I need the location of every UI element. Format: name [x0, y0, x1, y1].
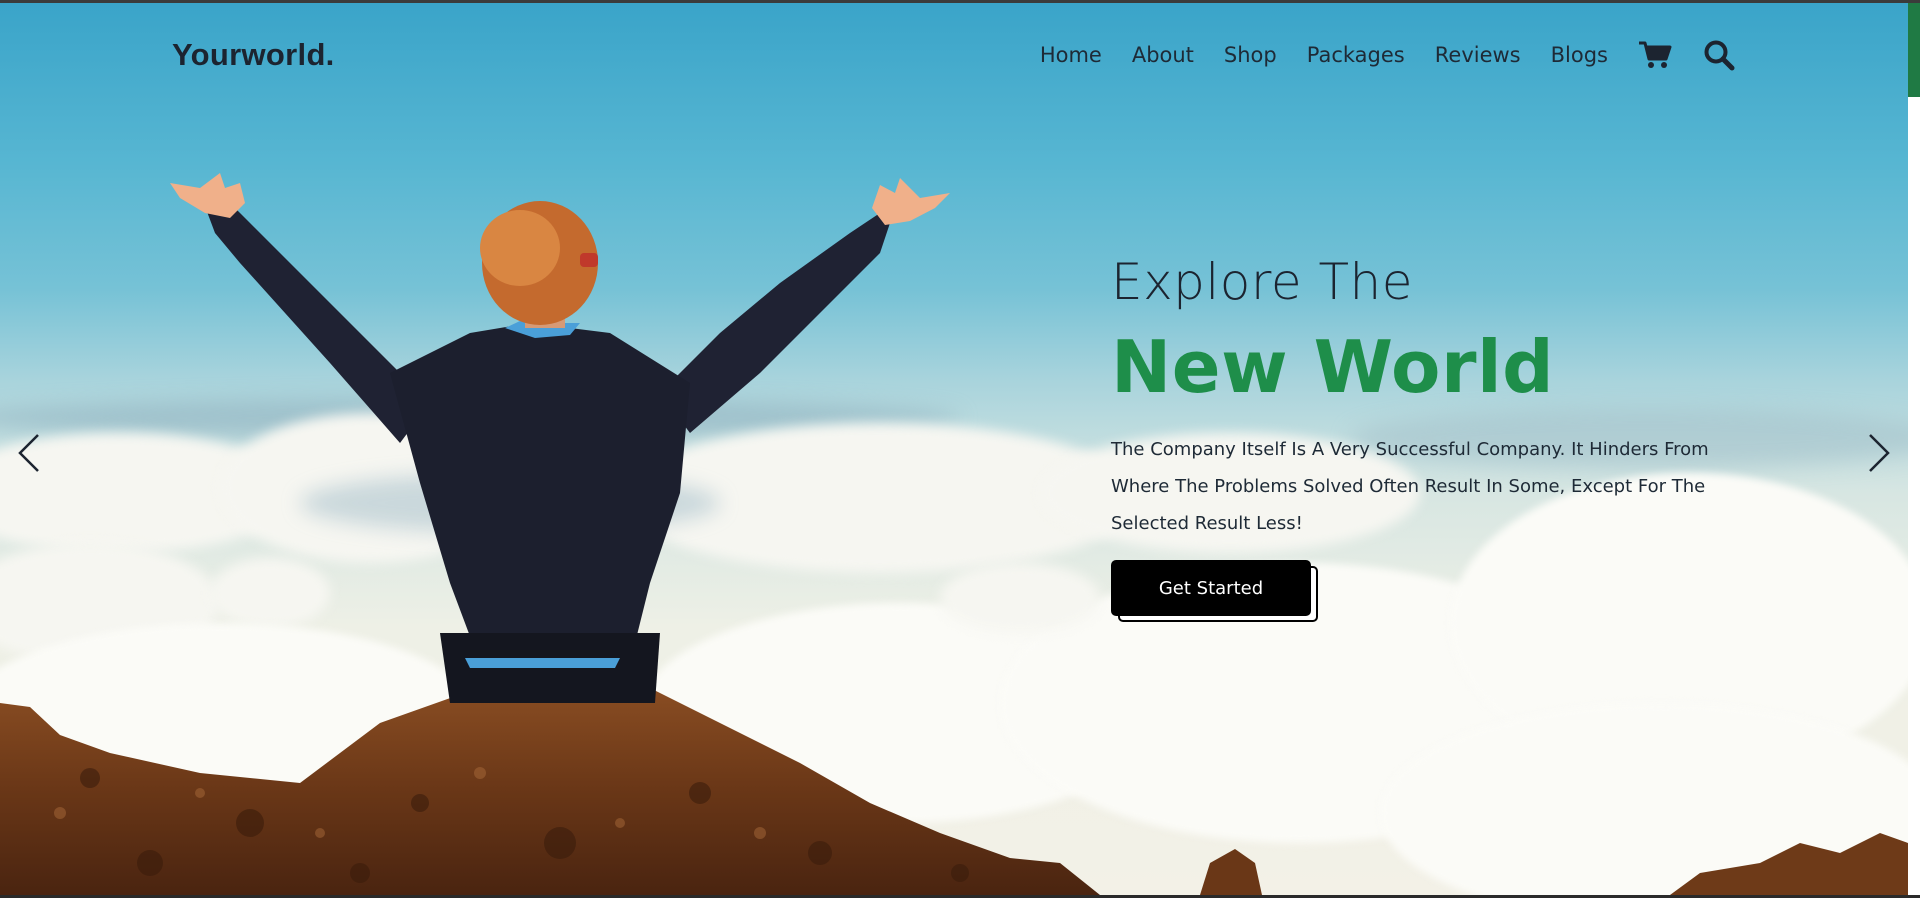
hero-content: Explore The New World The Company Itself… [1111, 253, 1751, 622]
nav-packages-link[interactable]: Packages [1307, 43, 1405, 67]
main-nav: Home About Shop Packages Reviews Blogs [1040, 38, 1736, 72]
hero-title-line1: Explore The [1111, 253, 1414, 311]
site-header: Yourworld. Home About Shop Packages Revi… [172, 29, 1736, 81]
scroll-indicator[interactable] [1908, 3, 1920, 97]
get-started-button[interactable]: Get Started [1111, 560, 1311, 616]
page-right-gutter [1908, 3, 1920, 895]
cart-icon[interactable] [1638, 38, 1672, 72]
chevron-left-icon[interactable] [14, 431, 44, 475]
search-icon[interactable] [1702, 38, 1736, 72]
chevron-right-icon[interactable] [1864, 431, 1894, 475]
hero-title-line2: New World [1111, 325, 1555, 409]
nav-about-link[interactable]: About [1132, 43, 1194, 67]
traveler-image [170, 173, 950, 703]
nav-home-link[interactable]: Home [1040, 43, 1102, 67]
nav-reviews-link[interactable]: Reviews [1435, 43, 1521, 67]
brand-logo[interactable]: Yourworld. [172, 37, 335, 73]
hero-slide: Yourworld. Home About Shop Packages Revi… [0, 3, 1908, 895]
hero-description: The Company Itself Is A Very Successful … [1111, 439, 1709, 534]
nav-blogs-link[interactable]: Blogs [1551, 43, 1608, 67]
cta-wrapper: Get Started [1111, 560, 1321, 622]
nav-shop-link[interactable]: Shop [1224, 43, 1277, 67]
